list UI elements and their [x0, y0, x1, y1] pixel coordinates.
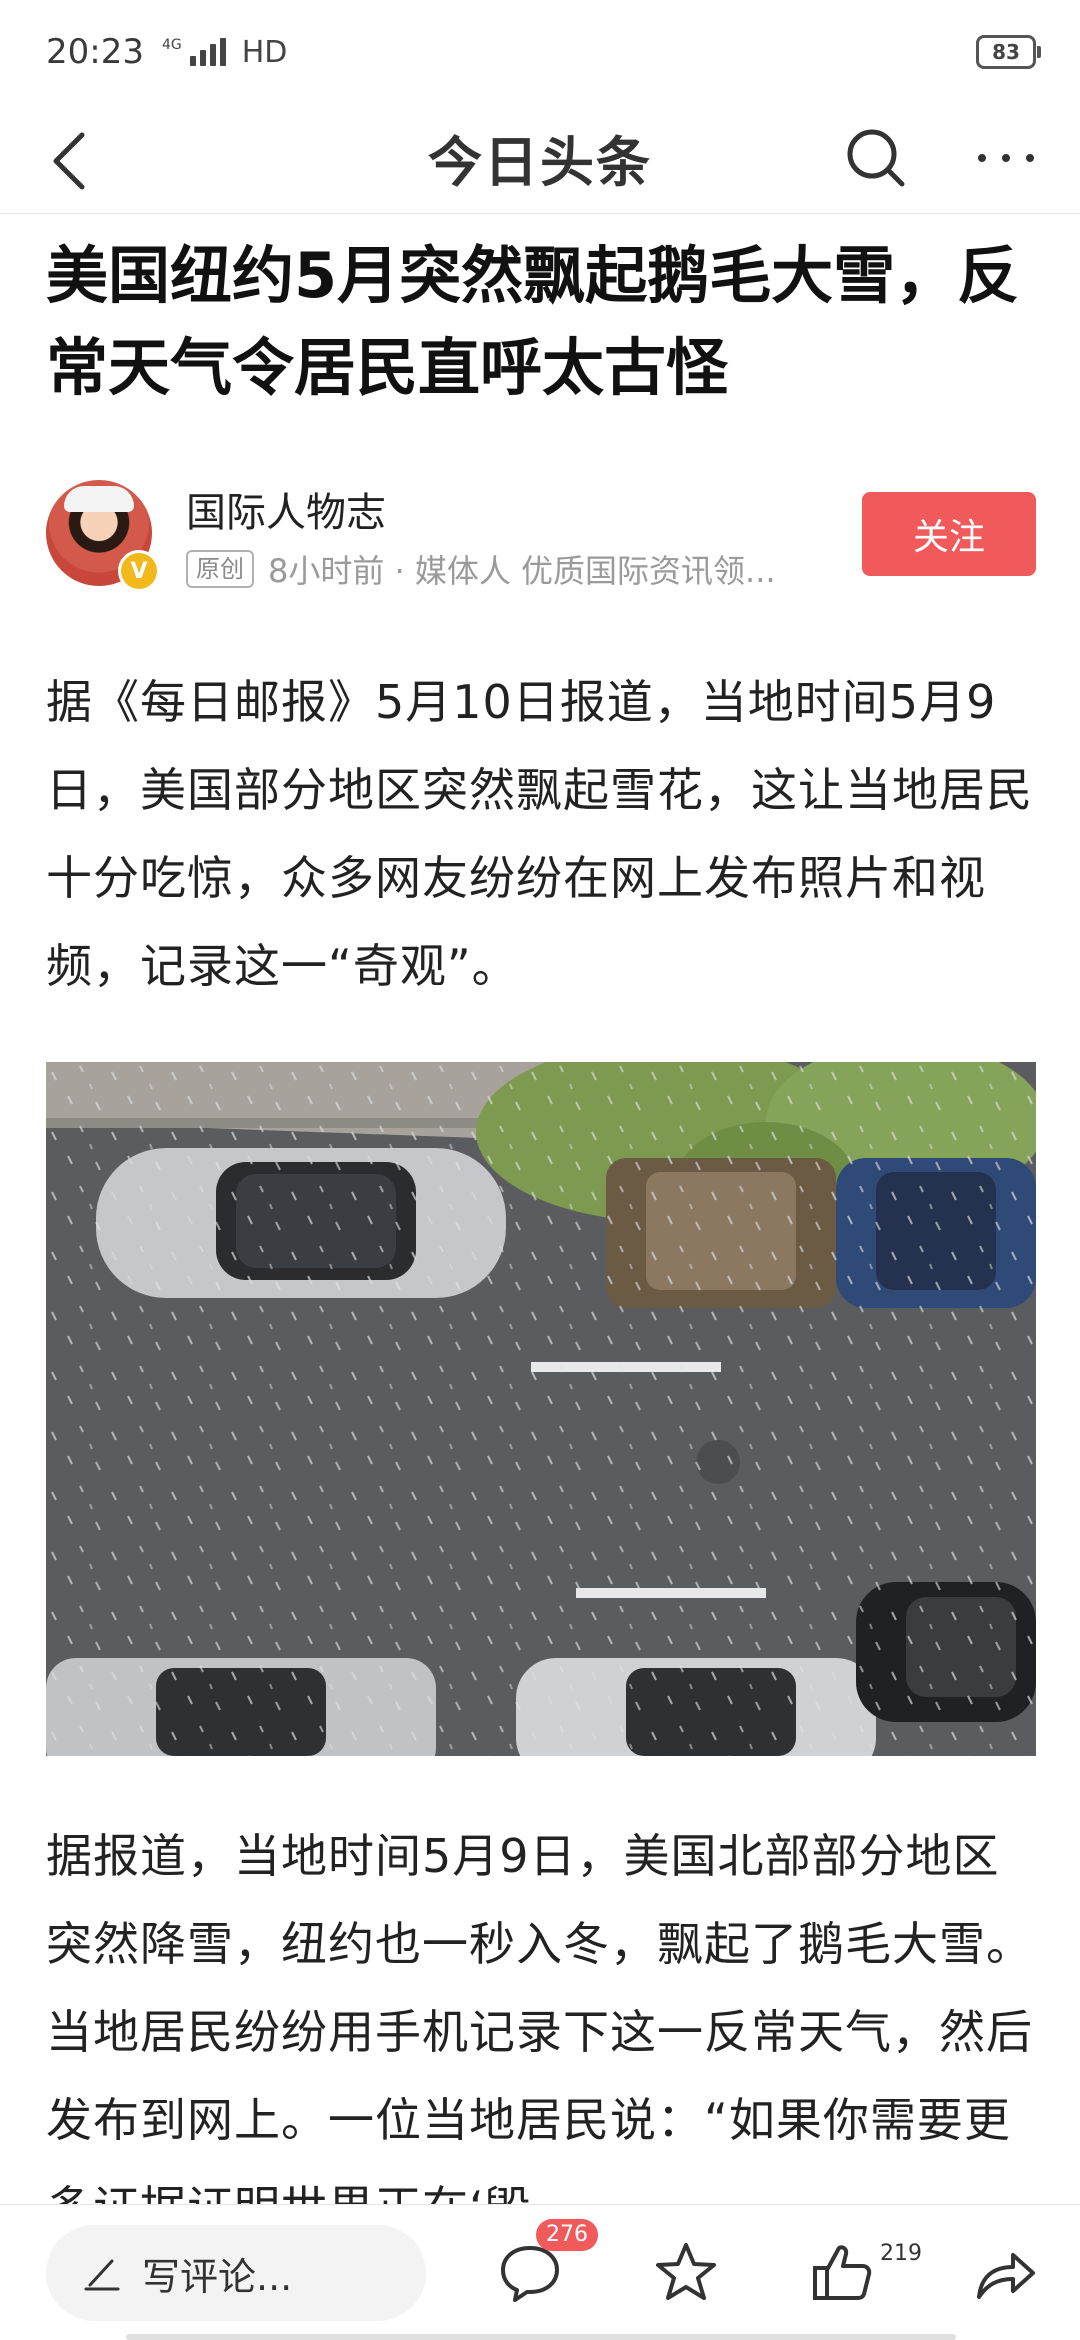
- comment-icon: [501, 2246, 559, 2302]
- more-button[interactable]: [966, 118, 1046, 198]
- follow-button[interactable]: 关注: [862, 492, 1036, 576]
- write-comment-input[interactable]: 写评论...: [46, 2225, 426, 2321]
- article-paragraph-1: 据《每日邮报》5月10日报道，当地时间5月9日，美国部分地区突然飘起雪花，这让当…: [46, 675, 1033, 993]
- article-photo[interactable]: [46, 1062, 1036, 1756]
- like-button[interactable]: [802, 2233, 882, 2313]
- home-indicator: [126, 2334, 956, 2340]
- author-description: 8小时前 · 媒体人 优质国际资讯领...: [268, 552, 776, 590]
- comment-placeholder: 写评论...: [142, 2254, 293, 2299]
- app-title: 今日头条: [428, 131, 652, 194]
- avatar-hat: [64, 486, 134, 512]
- search-icon: [847, 129, 905, 187]
- favorite-button[interactable]: [646, 2233, 726, 2313]
- thumbs-up-icon: [813, 2245, 872, 2300]
- battery-level: 83: [992, 40, 1020, 64]
- top-navigation-bar: 今日头条: [0, 104, 1080, 214]
- author-meta: 原创 8小时前 · 媒体人 优质国际资讯领...: [186, 546, 776, 592]
- share-button[interactable]: [966, 2233, 1046, 2313]
- author-name[interactable]: 国际人物志: [186, 480, 386, 538]
- like-count: 219: [880, 2241, 922, 2266]
- search-button[interactable]: [836, 118, 916, 198]
- avatar[interactable]: V: [46, 480, 160, 592]
- status-bar: 20:23 4G HD 83: [0, 0, 1080, 104]
- status-time: 20:23: [46, 32, 144, 72]
- status-left: 20:23 4G HD: [46, 32, 287, 72]
- star-icon: [656, 2243, 716, 2300]
- battery-icon: 83: [976, 35, 1041, 69]
- snowy-street-image: [46, 1062, 1036, 1756]
- bottom-action-bar: 写评论... 276 219: [0, 2204, 1080, 2340]
- article-title: 美国纽约5月突然飘起鹅毛大雪，反常天气令居民直呼太古怪: [46, 239, 1020, 404]
- comment-count-badge: 276: [536, 2219, 598, 2251]
- pen-icon: [84, 2259, 120, 2291]
- original-tag: 原创: [186, 550, 254, 588]
- article-paragraph-2: 据报道，当地时间5月9日，美国北部部分地区突然降雪，纽约也一秒入冬，飘起了鹅毛大…: [46, 1829, 1033, 2235]
- network-type: 4G: [161, 37, 182, 53]
- article-page: 20:23 4G HD 83 今日头条 美国纽约5月突然飘起鹅毛大雪，反常天气令…: [0, 0, 1080, 2340]
- more-icon: [978, 154, 1034, 162]
- verified-badge: V: [118, 550, 160, 592]
- hd-indicator: HD: [241, 34, 288, 70]
- signal-icon: 4G: [162, 38, 226, 66]
- share-icon: [977, 2253, 1035, 2299]
- author-row: V 国际人物志 原创 8小时前 · 媒体人 优质国际资讯领... 关注: [46, 480, 1036, 600]
